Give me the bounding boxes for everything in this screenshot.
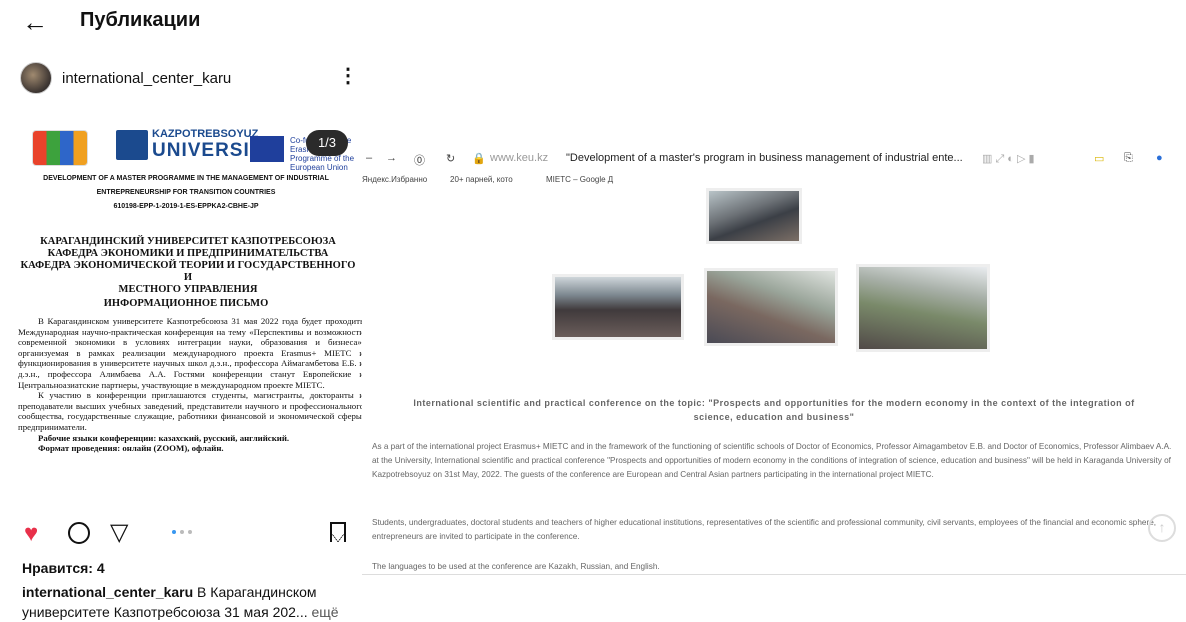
post-header: international_center_karu ⋮ xyxy=(20,62,360,98)
conference-paragraph: Students, undergraduates, doctoral stude… xyxy=(372,518,1157,541)
doc-header-line: DEVELOPMENT OF A MASTER PROGRAMME IN THE… xyxy=(43,175,329,182)
share-icon[interactable]: ▽ xyxy=(110,518,128,547)
forward-icon[interactable]: → xyxy=(386,152,397,164)
uni-line: МЕСТНОГО УПРАВЛЕНИЯ xyxy=(118,284,258,295)
reload-icon[interactable]: ↻ xyxy=(446,152,455,165)
browser-screenshot: – → ⓪ ↻ 🔒 www.keu.kz "Development of a m… xyxy=(362,146,1186,588)
bookmark-item[interactable]: 20+ парней, кото xyxy=(450,175,513,184)
document-header: DEVELOPMENT OF A MASTER PROGRAMME IN THE… xyxy=(8,172,364,214)
letter-paragraph: Рабочие языки конференции: казахский, ру… xyxy=(38,432,290,443)
gallery-photo[interactable] xyxy=(856,264,990,352)
browser-toolbar: – → ⓪ ↻ 🔒 www.keu.kz "Development of a m… xyxy=(362,146,1186,172)
uni-line: КАРАГАНДИНСКИЙ УНИВЕРСИТЕТ КАЗПОТРЕБСОЮЗ… xyxy=(40,236,336,247)
arrow-left-icon[interactable]: ← xyxy=(22,9,48,35)
conference-title: International scientific and practical c… xyxy=(372,396,1176,424)
tab-title[interactable]: "Development of a master's program in bu… xyxy=(566,152,963,164)
conference-paragraph: The languages to be used at the conferen… xyxy=(372,562,660,571)
post-caption: international_center_karu В Карагандинск… xyxy=(22,582,342,622)
divider xyxy=(362,574,1186,575)
letter-paragraph: В Карагандинском университете Казпотребс… xyxy=(18,316,364,390)
more-options-icon[interactable]: ⋮ xyxy=(338,66,358,86)
avatar[interactable] xyxy=(20,62,52,94)
doc-header-line: 610198-EPP-1-2019-1-ES-EPPKA2-CBHE-JP xyxy=(113,203,259,210)
letter-paragraph: К участию в конференции приглашаются сту… xyxy=(18,390,364,432)
post-image[interactable]: KAZPOTREBSOYUZ UNIVERSITY Co-funded by t… xyxy=(8,108,364,508)
profile-icon[interactable]: ● xyxy=(1156,152,1163,164)
uni-line: КАФЕДРА ЭКОНОМИКИ И ПРЕДПРИНИМАТЕЛЬСТВА xyxy=(47,248,329,259)
comment-icon[interactable] xyxy=(68,522,90,544)
post-username[interactable]: international_center_karu xyxy=(62,70,231,87)
image-counter: 1/3 xyxy=(306,130,348,156)
university-logo xyxy=(116,130,148,160)
eu-flag-logo xyxy=(250,136,284,162)
downloads-icon[interactable]: ⎘ xyxy=(1124,152,1133,165)
top-bar: ← Публикации xyxy=(0,0,370,44)
post-actions: ♥ ▽ xyxy=(20,518,360,548)
letter-title: ИНФОРМАЦИОННОЕ ПИСЬМО xyxy=(103,298,269,309)
conference-title-line: science, education and business" xyxy=(693,412,855,422)
lock-icon: 🔒 xyxy=(472,153,486,165)
gallery-photo[interactable] xyxy=(552,274,684,340)
letter-paragraph: Формат проведения: онлайн (ZOOM), офлайн… xyxy=(38,443,224,454)
bookmark-icon[interactable] xyxy=(330,522,346,542)
doc-header-line: ENTREPRENEURSHIP FOR TRANSITION COUNTRIE… xyxy=(96,189,276,196)
bookmark-item[interactable]: MIETC – Google Д xyxy=(546,175,613,184)
gallery-photo[interactable] xyxy=(704,268,838,346)
toolbar-icons[interactable]: ▥ ⤢ ◐ ▷ ▮ xyxy=(982,152,1035,166)
carousel-dots xyxy=(172,530,192,534)
battery-icon: ▭ xyxy=(1094,153,1105,165)
scroll-up-icon[interactable]: ↑ xyxy=(1148,514,1176,542)
conference-title-line: International scientific and practical c… xyxy=(413,398,1135,408)
page-title: Публикации xyxy=(80,9,201,31)
mietc-logo xyxy=(32,130,88,166)
letter-body: В Карагандинском университете Казпотребс… xyxy=(18,316,364,454)
conference-paragraph: As a part of the international project E… xyxy=(372,442,1172,479)
caption-username[interactable]: international_center_karu xyxy=(22,584,193,600)
university-logo-top: KAZPOTREBSOYUZ xyxy=(152,128,259,140)
likes-count[interactable]: Нравится: 4 xyxy=(22,560,105,576)
uni-line: КАФЕДРА ЭКОНОМИЧЕСКОЙ ТЕОРИИ И ГОСУДАРСТ… xyxy=(20,260,356,283)
heart-icon[interactable]: ♥ xyxy=(24,520,38,548)
bookmark-item[interactable]: Яндекс.Избранно xyxy=(362,175,427,184)
back-icon[interactable]: – xyxy=(366,152,372,164)
university-heading: КАРАГАНДИНСКИЙ УНИВЕРСИТЕТ КАЗПОТРЕБСОЮЗ… xyxy=(18,236,358,296)
protect-icon[interactable]: ⓪ xyxy=(414,152,425,168)
gallery-photo[interactable] xyxy=(706,188,802,244)
url-domain[interactable]: www.keu.kz xyxy=(490,152,548,164)
